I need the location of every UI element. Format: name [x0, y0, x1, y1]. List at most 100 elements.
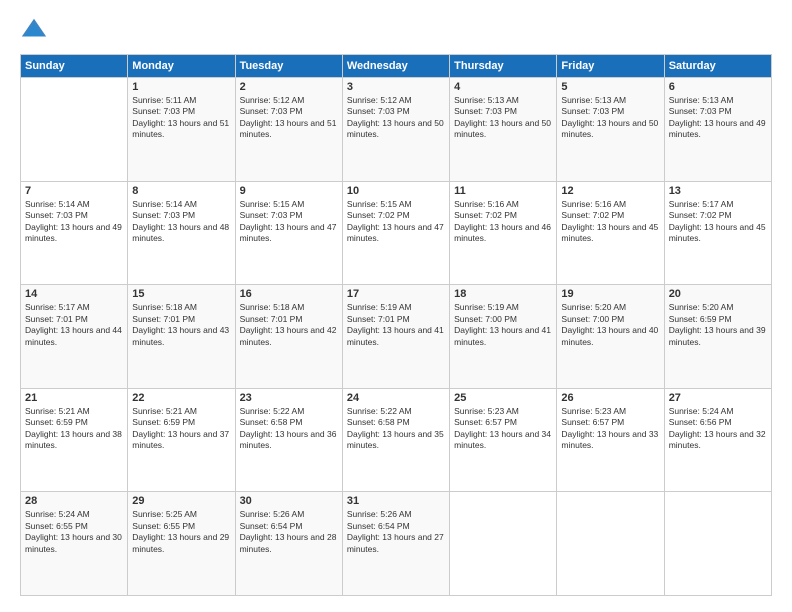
calendar-cell: 21 Sunrise: 5:21 AMSunset: 6:59 PMDayligh… — [21, 388, 128, 492]
calendar-cell: 28Sunrise: 5:24 AMSunset: 6:55 PMDayligh… — [21, 492, 128, 596]
calendar-cell: 22 Sunrise: 5:21 AMSunset: 6:59 PMDayligh… — [128, 388, 235, 492]
day-number: 3 — [347, 81, 445, 93]
calendar-cell: 18Sunrise: 5:19 AMSunset: 7:00 PMDayligh… — [450, 285, 557, 389]
day-number: 12 — [561, 185, 659, 197]
day-header-wednesday: Wednesday — [342, 55, 449, 78]
cell-info: Sunrise: 5:22 AMSunset: 6:58 PMDaylight:… — [347, 406, 445, 452]
cell-info: Sunrise: 5:23 AMSunset: 6:57 PMDaylight:… — [561, 406, 659, 452]
calendar-week-2: 14 Sunrise: 5:17 AMSunset: 7:01 PMDayligh… — [21, 285, 772, 389]
calendar-cell: 9 Sunrise: 5:15 AMSunset: 7:03 PMDaylight… — [235, 181, 342, 285]
header — [20, 16, 772, 44]
calendar-cell: 16 Sunrise: 5:18 AMSunset: 7:01 PMDayligh… — [235, 285, 342, 389]
calendar-cell: 25 Sunrise: 5:23 AMSunset: 6:57 PMDayligh… — [450, 388, 557, 492]
cell-info: Sunrise: 5:21 AMSunset: 6:59 PMDaylight:… — [132, 406, 230, 452]
calendar-cell: 29Sunrise: 5:25 AMSunset: 6:55 PMDayligh… — [128, 492, 235, 596]
calendar-cell — [450, 492, 557, 596]
cell-info: Sunrise: 5:18 AMSunset: 7:01 PMDaylight:… — [240, 302, 338, 348]
calendar-table: SundayMondayTuesdayWednesdayThursdayFrid… — [20, 54, 772, 596]
calendar-cell: 26 Sunrise: 5:23 AMSunset: 6:57 PMDayligh… — [557, 388, 664, 492]
calendar-cell: 15Sunrise: 5:18 AMSunset: 7:01 PMDayligh… — [128, 285, 235, 389]
day-number: 31 — [347, 495, 445, 507]
day-number: 30 — [240, 495, 338, 507]
day-number: 22 — [132, 392, 230, 404]
page: SundayMondayTuesdayWednesdayThursdayFrid… — [0, 0, 792, 612]
day-header-saturday: Saturday — [664, 55, 771, 78]
calendar-week-4: 28Sunrise: 5:24 AMSunset: 6:55 PMDayligh… — [21, 492, 772, 596]
calendar-cell: 27 Sunrise: 5:24 AMSunset: 6:56 PMDayligh… — [664, 388, 771, 492]
calendar-cell — [557, 492, 664, 596]
day-header-tuesday: Tuesday — [235, 55, 342, 78]
cell-info: Sunrise: 5:17 AMSunset: 7:01 PMDaylight:… — [25, 302, 123, 348]
day-number: 8 — [132, 185, 230, 197]
calendar-cell: 5Sunrise: 5:13 AMSunset: 7:03 PMDaylight… — [557, 78, 664, 182]
cell-info: Sunrise: 5:13 AMSunset: 7:03 PMDaylight:… — [669, 95, 767, 141]
day-number: 18 — [454, 288, 552, 300]
calendar-cell: 17 Sunrise: 5:19 AMSunset: 7:01 PMDayligh… — [342, 285, 449, 389]
cell-info: Sunrise: 5:11 AMSunset: 7:03 PMDaylight:… — [132, 95, 230, 141]
cell-info: Sunrise: 5:16 AMSunset: 7:02 PMDaylight:… — [454, 199, 552, 245]
header-row: SundayMondayTuesdayWednesdayThursdayFrid… — [21, 55, 772, 78]
day-number: 16 — [240, 288, 338, 300]
day-number: 17 — [347, 288, 445, 300]
cell-info: Sunrise: 5:21 AMSunset: 6:59 PMDaylight:… — [25, 406, 123, 452]
day-number: 19 — [561, 288, 659, 300]
calendar-body: 1 Sunrise: 5:11 AMSunset: 7:03 PMDaylight… — [21, 78, 772, 596]
day-number: 1 — [132, 81, 230, 93]
calendar-cell: 23 Sunrise: 5:22 AMSunset: 6:58 PMDayligh… — [235, 388, 342, 492]
cell-info: Sunrise: 5:14 AMSunset: 7:03 PMDaylight:… — [25, 199, 123, 245]
calendar-cell: 20 Sunrise: 5:20 AMSunset: 6:59 PMDayligh… — [664, 285, 771, 389]
calendar-cell: 7 Sunrise: 5:14 AMSunset: 7:03 PMDaylight… — [21, 181, 128, 285]
calendar-header: SundayMondayTuesdayWednesdayThursdayFrid… — [21, 55, 772, 78]
day-number: 21 — [25, 392, 123, 404]
calendar-cell: 30 Sunrise: 5:26 AMSunset: 6:54 PMDayligh… — [235, 492, 342, 596]
day-number: 27 — [669, 392, 767, 404]
calendar-cell: 2Sunrise: 5:12 AMSunset: 7:03 PMDaylight… — [235, 78, 342, 182]
calendar-cell: 10 Sunrise: 5:15 AMSunset: 7:02 PMDayligh… — [342, 181, 449, 285]
calendar-cell — [21, 78, 128, 182]
calendar-cell: 11 Sunrise: 5:16 AMSunset: 7:02 PMDayligh… — [450, 181, 557, 285]
day-header-monday: Monday — [128, 55, 235, 78]
cell-info: Sunrise: 5:15 AMSunset: 7:02 PMDaylight:… — [347, 199, 445, 245]
cell-info: Sunrise: 5:16 AMSunset: 7:02 PMDaylight:… — [561, 199, 659, 245]
logo-icon — [20, 16, 48, 44]
cell-info: Sunrise: 5:24 AMSunset: 6:56 PMDaylight:… — [669, 406, 767, 452]
cell-info: Sunrise: 5:23 AMSunset: 6:57 PMDaylight:… — [454, 406, 552, 452]
calendar-week-0: 1 Sunrise: 5:11 AMSunset: 7:03 PMDaylight… — [21, 78, 772, 182]
day-number: 24 — [347, 392, 445, 404]
calendar-cell: 6 Sunrise: 5:13 AMSunset: 7:03 PMDaylight… — [664, 78, 771, 182]
day-number: 7 — [25, 185, 123, 197]
calendar-cell: 14 Sunrise: 5:17 AMSunset: 7:01 PMDayligh… — [21, 285, 128, 389]
day-number: 9 — [240, 185, 338, 197]
day-number: 25 — [454, 392, 552, 404]
day-number: 23 — [240, 392, 338, 404]
day-header-thursday: Thursday — [450, 55, 557, 78]
cell-info: Sunrise: 5:22 AMSunset: 6:58 PMDaylight:… — [240, 406, 338, 452]
day-number: 13 — [669, 185, 767, 197]
calendar-cell: 31Sunrise: 5:26 AMSunset: 6:54 PMDayligh… — [342, 492, 449, 596]
cell-info: Sunrise: 5:26 AMSunset: 6:54 PMDaylight:… — [240, 509, 338, 555]
cell-info: Sunrise: 5:15 AMSunset: 7:03 PMDaylight:… — [240, 199, 338, 245]
day-number: 11 — [454, 185, 552, 197]
calendar-cell: 8Sunrise: 5:14 AMSunset: 7:03 PMDaylight… — [128, 181, 235, 285]
calendar-week-3: 21 Sunrise: 5:21 AMSunset: 6:59 PMDayligh… — [21, 388, 772, 492]
day-number: 5 — [561, 81, 659, 93]
day-number: 20 — [669, 288, 767, 300]
day-number: 10 — [347, 185, 445, 197]
day-number: 26 — [561, 392, 659, 404]
day-header-friday: Friday — [557, 55, 664, 78]
cell-info: Sunrise: 5:19 AMSunset: 7:01 PMDaylight:… — [347, 302, 445, 348]
calendar-cell: 13Sunrise: 5:17 AMSunset: 7:02 PMDayligh… — [664, 181, 771, 285]
cell-info: Sunrise: 5:20 AMSunset: 6:59 PMDaylight:… — [669, 302, 767, 348]
day-number: 4 — [454, 81, 552, 93]
calendar-cell — [664, 492, 771, 596]
calendar-cell: 19Sunrise: 5:20 AMSunset: 7:00 PMDayligh… — [557, 285, 664, 389]
day-number: 28 — [25, 495, 123, 507]
cell-info: Sunrise: 5:12 AMSunset: 7:03 PMDaylight:… — [240, 95, 338, 141]
logo — [20, 16, 52, 44]
calendar-cell: 1 Sunrise: 5:11 AMSunset: 7:03 PMDaylight… — [128, 78, 235, 182]
day-number: 14 — [25, 288, 123, 300]
day-number: 6 — [669, 81, 767, 93]
calendar-cell: 3 Sunrise: 5:12 AMSunset: 7:03 PMDaylight… — [342, 78, 449, 182]
cell-info: Sunrise: 5:12 AMSunset: 7:03 PMDaylight:… — [347, 95, 445, 141]
calendar-week-1: 7 Sunrise: 5:14 AMSunset: 7:03 PMDaylight… — [21, 181, 772, 285]
